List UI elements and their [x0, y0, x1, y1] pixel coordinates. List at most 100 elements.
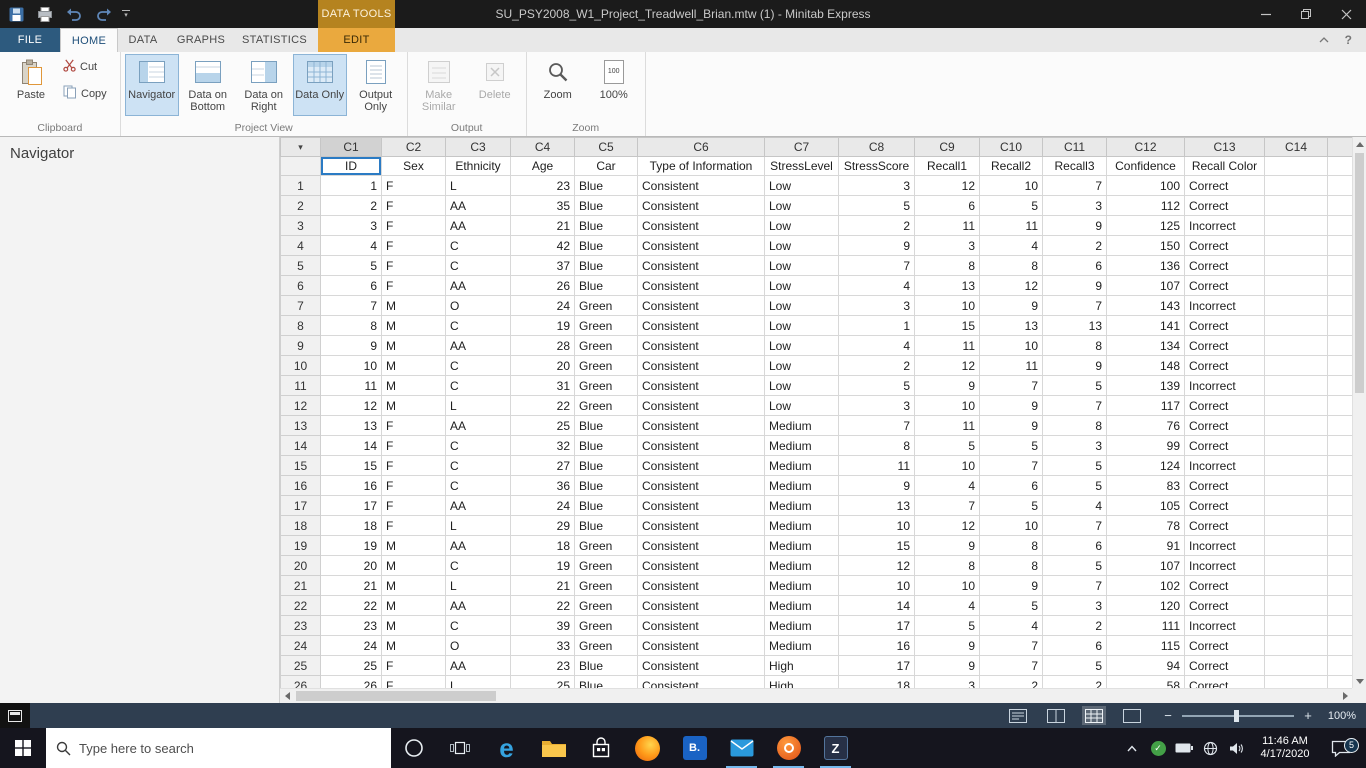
cell-C11-row5[interactable]: 6	[1042, 255, 1107, 276]
cell-C7-row26[interactable]: High	[764, 675, 839, 688]
cell-C5-row10[interactable]: Green	[574, 355, 638, 376]
cell-C7-row10[interactable]: Low	[764, 355, 839, 376]
cell-C4-row20[interactable]: 19	[510, 555, 575, 576]
cell-C5-row23[interactable]: Green	[574, 615, 638, 636]
cell-C6-row16[interactable]: Consistent	[637, 475, 765, 496]
save-button[interactable]	[6, 3, 26, 25]
cell-C10-row3[interactable]: 11	[979, 215, 1043, 236]
cell-C8-row9[interactable]: 4	[838, 335, 915, 356]
cell-C13-row25[interactable]: Correct	[1184, 655, 1265, 676]
cell-C14-row25[interactable]	[1264, 655, 1328, 676]
cell-C6-row20[interactable]: Consistent	[637, 555, 765, 576]
cell-C12-row19[interactable]: 91	[1106, 535, 1185, 556]
cell-C7-row3[interactable]: Low	[764, 215, 839, 236]
cell-C11-row24[interactable]: 6	[1042, 635, 1107, 656]
cell-C11-row15[interactable]: 5	[1042, 455, 1107, 476]
cell-C12-row7[interactable]: 143	[1106, 295, 1185, 316]
cell-C7-row6[interactable]: Low	[764, 275, 839, 296]
cell-C2-row14[interactable]: F	[381, 435, 446, 456]
cell-C12-row3[interactable]: 125	[1106, 215, 1185, 236]
cell-C4-row12[interactable]: 22	[510, 395, 575, 416]
cell-C2-row15[interactable]: F	[381, 455, 446, 476]
cell-C10-row10[interactable]: 11	[979, 355, 1043, 376]
cell-C3-row20[interactable]: C	[445, 555, 511, 576]
cell-C2-row16[interactable]: F	[381, 475, 446, 496]
cell-C1-row15[interactable]: 15	[320, 455, 382, 476]
cell-C12-row24[interactable]: 115	[1106, 635, 1185, 656]
cell-C14-row22[interactable]	[1264, 595, 1328, 616]
cell-C3-row10[interactable]: C	[445, 355, 511, 376]
cell-C11-row8[interactable]: 13	[1042, 315, 1107, 336]
collapse-ribbon-icon[interactable]	[1319, 37, 1329, 43]
cell-C3-row22[interactable]: AA	[445, 595, 511, 616]
row-number-15[interactable]: 15	[280, 455, 321, 476]
cell-C4-row16[interactable]: 36	[510, 475, 575, 496]
cell-C14-row6[interactable]	[1264, 275, 1328, 296]
cell-C3-row23[interactable]: C	[445, 615, 511, 636]
scroll-right-arrow[interactable]	[1338, 689, 1352, 703]
cell-C13-row2[interactable]: Correct	[1184, 195, 1265, 216]
cell-C11-row20[interactable]: 5	[1042, 555, 1107, 576]
cell-C12-row5[interactable]: 136	[1106, 255, 1185, 276]
cell-C13-row5[interactable]: Correct	[1184, 255, 1265, 276]
cell-C3-row7[interactable]: O	[445, 295, 511, 316]
cell-C2-row24[interactable]: M	[381, 635, 446, 656]
row-number-16[interactable]: 16	[280, 475, 321, 496]
tab-graphs[interactable]: GRAPHS	[168, 28, 234, 52]
cell-C8-row2[interactable]: 5	[838, 195, 915, 216]
cell-C6-row21[interactable]: Consistent	[637, 575, 765, 596]
cell-C9-row20[interactable]: 8	[914, 555, 980, 576]
search-input[interactable]	[79, 740, 349, 756]
cell-C2-row21[interactable]: M	[381, 575, 446, 596]
cell-C8-row4[interactable]: 9	[838, 235, 915, 256]
cell-C14-row2[interactable]	[1264, 195, 1328, 216]
cell-C8-row16[interactable]: 9	[838, 475, 915, 496]
cell-C1-row18[interactable]: 18	[320, 515, 382, 536]
horizontal-scrollbar-thumb[interactable]	[296, 691, 496, 701]
cut-button[interactable]: Cut	[60, 56, 116, 78]
cell-C10-row13[interactable]: 9	[979, 415, 1043, 436]
cell-C5-row19[interactable]: Green	[574, 535, 638, 556]
cell-C13-row14[interactable]: Correct	[1184, 435, 1265, 456]
cell-C5-row5[interactable]: Blue	[574, 255, 638, 276]
cell-C5-row6[interactable]: Blue	[574, 275, 638, 296]
cell-C11-row18[interactable]: 7	[1042, 515, 1107, 536]
cell-C13-row11[interactable]: Incorrect	[1184, 375, 1265, 396]
cell-C1-row17[interactable]: 17	[320, 495, 382, 516]
cell-C13-row3[interactable]: Incorrect	[1184, 215, 1265, 236]
data-on-bottom-button[interactable]: Data on Bottom	[181, 54, 235, 116]
cell-C4-row24[interactable]: 33	[510, 635, 575, 656]
cell-C7-row14[interactable]: Medium	[764, 435, 839, 456]
cell-C14-row24[interactable]	[1264, 635, 1328, 656]
cell-C5-row4[interactable]: Blue	[574, 235, 638, 256]
cell-C8-row6[interactable]: 4	[838, 275, 915, 296]
cell-C10-row14[interactable]: 5	[979, 435, 1043, 456]
tab-home[interactable]: HOME	[60, 28, 118, 52]
network-tray-icon[interactable]	[1197, 728, 1223, 768]
cell-C14-row16[interactable]	[1264, 475, 1328, 496]
cell-C1-row26[interactable]: 26	[320, 675, 382, 688]
cell-C14-row11[interactable]	[1264, 375, 1328, 396]
tab-file[interactable]: FILE	[0, 28, 60, 52]
cell-C9-row25[interactable]: 9	[914, 655, 980, 676]
cell-C9-row19[interactable]: 9	[914, 535, 980, 556]
cell-C1-row3[interactable]: 3	[320, 215, 382, 236]
app-mail[interactable]	[718, 728, 765, 768]
cell-C1-row7[interactable]: 7	[320, 295, 382, 316]
cell-C14-row18[interactable]	[1264, 515, 1328, 536]
cell-C6-row19[interactable]: Consistent	[637, 535, 765, 556]
variable-cell-C1[interactable]: ID	[320, 156, 382, 176]
cell-C12-row4[interactable]: 150	[1106, 235, 1185, 256]
cell-C6-row7[interactable]: Consistent	[637, 295, 765, 316]
zoom-100-button[interactable]: 100 100%	[587, 54, 641, 116]
cell-C10-row2[interactable]: 5	[979, 195, 1043, 216]
cell-C7-row24[interactable]: Medium	[764, 635, 839, 656]
cell-C5-row11[interactable]: Green	[574, 375, 638, 396]
vertical-scrollbar-thumb[interactable]	[1355, 153, 1364, 393]
close-button[interactable]	[1326, 0, 1366, 28]
cell-C2-row9[interactable]: M	[381, 335, 446, 356]
row-number-14[interactable]: 14	[280, 435, 321, 456]
cell-C11-row2[interactable]: 3	[1042, 195, 1107, 216]
cell-C14-row17[interactable]	[1264, 495, 1328, 516]
app-firefox[interactable]	[624, 728, 671, 768]
